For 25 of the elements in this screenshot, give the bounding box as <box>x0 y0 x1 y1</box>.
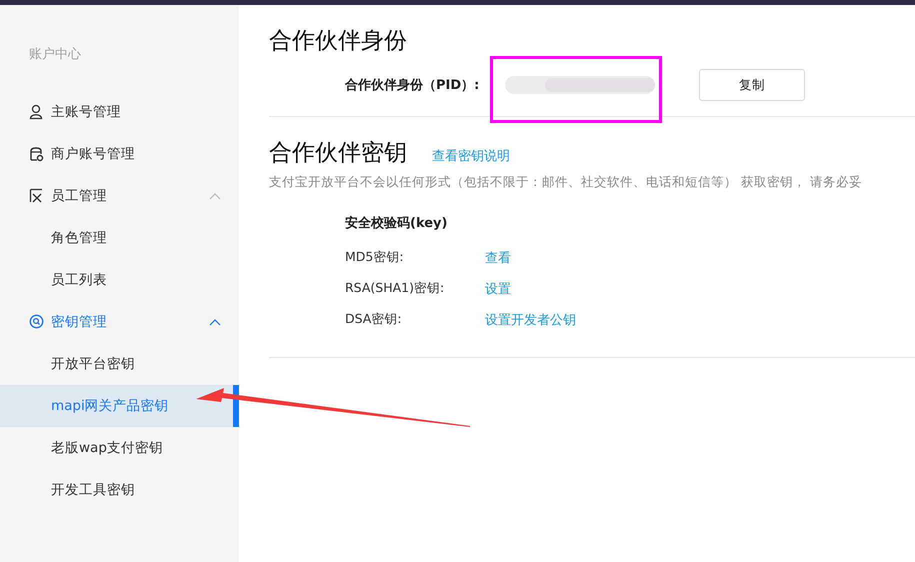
sidebar-subitem[interactable]: 开放平台密钥 <box>0 343 239 385</box>
store-icon <box>29 146 44 162</box>
person-icon <box>29 104 44 120</box>
pid-label: 合作伙伴身份（PID）: <box>345 77 480 94</box>
key-label: RSA(SHA1)密钥: <box>345 280 446 297</box>
sidebar-heading: 账户中心 <box>28 46 82 64</box>
sidebar-subitem[interactable]: 角色管理 <box>0 217 239 259</box>
sidebar-item[interactable]: 商户账号管理 <box>0 133 239 175</box>
key-icon <box>29 314 44 330</box>
sidebar-item[interactable]: 员工管理 <box>0 175 239 217</box>
staff-icon <box>29 188 44 204</box>
chevron-icon <box>209 192 221 200</box>
notice-text: 支付宝开放平台不会以任何形式（包括不限于：邮件、社交软件、电话和短信等） 获取密钥， 请务必妥 <box>269 174 864 191</box>
sidebar-subitem[interactable]: 员工列表 <box>0 259 239 301</box>
chevron-icon <box>209 318 221 326</box>
sidebar-item[interactable]: 主账号管理 <box>0 91 239 133</box>
key-label: MD5密钥: <box>345 249 405 266</box>
key-label: DSA密钥: <box>345 311 403 328</box>
sidebar-subitem[interactable]: 老版wap支付密钥 <box>0 427 239 469</box>
section-title: 合作伙伴密钥 <box>269 139 407 168</box>
sidebar-item[interactable]: 密钥管理 <box>0 301 239 343</box>
section-title: 合作伙伴身份 <box>269 27 408 56</box>
copy-button[interactable]: 复制 <box>699 69 805 101</box>
sidebar-subitem[interactable]: 开发工具密钥 <box>0 469 239 511</box>
group-title: 安全校验码(key) <box>345 214 448 233</box>
